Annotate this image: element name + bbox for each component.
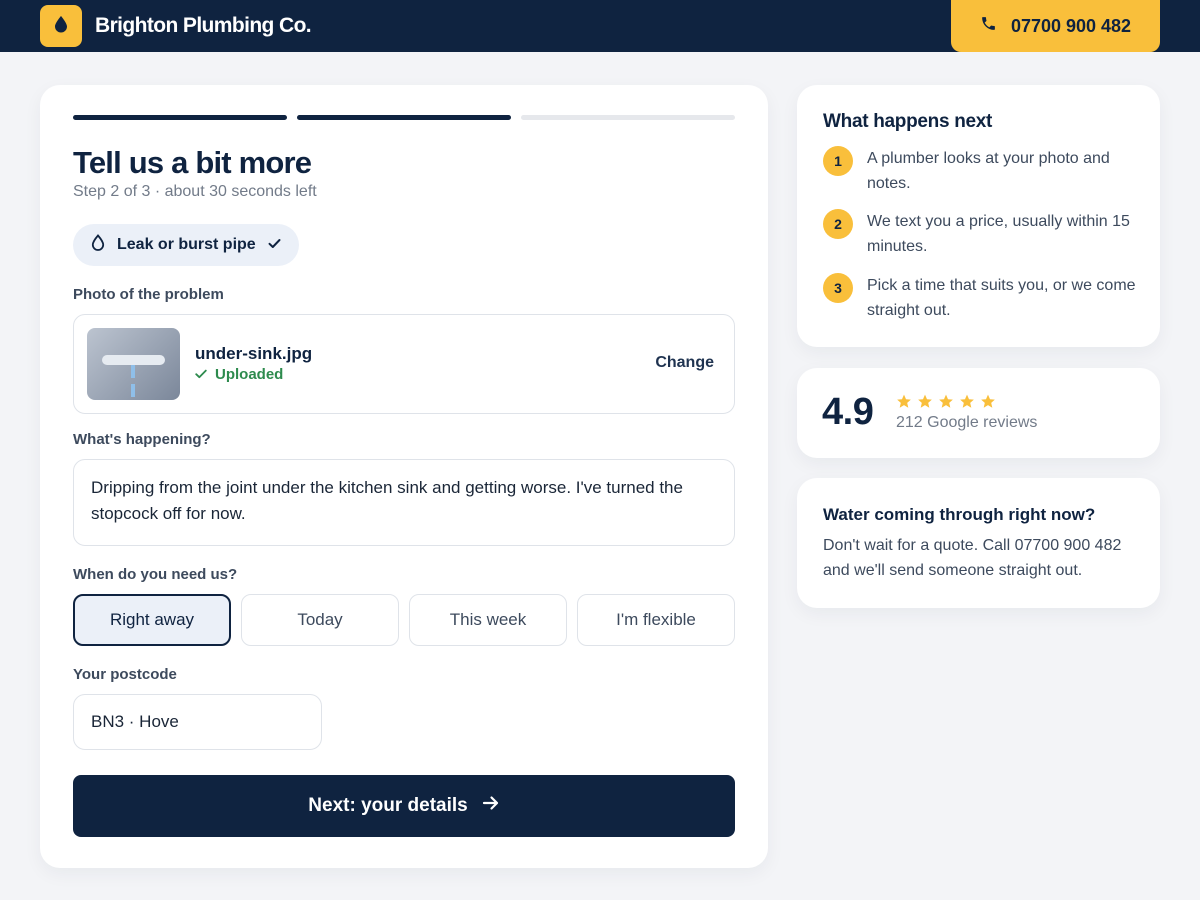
star-icon [917, 394, 933, 414]
progress-step-3 [521, 115, 735, 120]
pipe-graphic [102, 355, 165, 365]
timing-label: When do you need us? [73, 566, 238, 583]
brand-name[interactable]: Brighton Plumbing Co. [95, 14, 312, 38]
problem-type-chip[interactable]: Leak or burst pipe [73, 224, 299, 266]
star-icon [980, 394, 996, 414]
arrow-right-icon [482, 795, 500, 817]
timing-option-right-away[interactable]: Right away [73, 594, 231, 646]
star-icon [938, 394, 954, 414]
water-drop-icon [53, 15, 69, 38]
progress-step-1 [73, 115, 287, 120]
change-photo-button[interactable]: Change [655, 354, 714, 372]
upload-status-label: Uploaded [215, 366, 284, 383]
photo-upload[interactable]: under-sink.jpg Uploaded Change [73, 314, 735, 414]
problem-type-label: Leak or burst pipe [117, 236, 256, 253]
phone-number: 07700 900 482 [1010, 15, 1132, 36]
progress-bar [73, 115, 735, 120]
phone-icon [980, 15, 997, 37]
description-textarea[interactable]: Dripping from the joint under the kitche… [73, 459, 735, 546]
quote-form-card: Tell us a bit more Step 2 of 3 · about 3… [40, 85, 768, 868]
upload-status: Uploaded [195, 366, 283, 383]
call-button[interactable]: 07700 900 482 [951, 0, 1160, 52]
star-icon [896, 394, 912, 414]
step-number-badge: 2 [823, 209, 853, 239]
check-icon [195, 366, 207, 383]
timing-options: Right away Today This week I'm flexible [73, 594, 735, 646]
description-label: What's happening? [73, 431, 211, 448]
photo-thumbnail [87, 328, 180, 400]
drip-graphic [131, 365, 135, 400]
logo[interactable] [40, 5, 82, 47]
check-icon [268, 236, 281, 254]
star-icon [959, 394, 975, 414]
review-count: 212 Google reviews [896, 414, 1038, 431]
step-text: We text you a price, usually within 15 m… [867, 213, 1130, 255]
rating-score: 4.9 [822, 391, 874, 433]
step-number-badge: 3 [823, 273, 853, 303]
next-steps-title: What happens next [823, 111, 993, 132]
timing-option-this-week[interactable]: This week [409, 594, 567, 646]
progress-step-2 [297, 115, 511, 120]
rating-card: 4.9 212 Google reviews [797, 368, 1160, 458]
step-text: A plumber looks at your photo and notes. [867, 150, 1110, 192]
step-text: Pick a time that suits you, or we come s… [867, 277, 1136, 319]
next-button-label: Next: your details [308, 795, 468, 816]
timing-option-flexible[interactable]: I'm flexible [577, 594, 735, 646]
next-button[interactable]: Next: your details [73, 775, 735, 837]
step-number-badge: 1 [823, 146, 853, 176]
timing-option-today[interactable]: Today [241, 594, 399, 646]
postcode-input[interactable]: BN3 · Hove [73, 694, 322, 750]
page-title: Tell us a bit more [73, 145, 312, 180]
photo-label: Photo of the problem [73, 286, 224, 303]
next-steps-card: What happens next 1 A plumber looks at y… [797, 85, 1160, 347]
top-bar: Brighton Plumbing Co. 07700 900 482 [0, 0, 1200, 52]
urgent-title: Water coming through right now? [823, 505, 1096, 524]
postcode-label: Your postcode [73, 666, 177, 683]
step-subtitle: Step 2 of 3 · about 30 seconds left [73, 183, 317, 200]
urgent-help-card: Water coming through right now? Don't wa… [797, 478, 1160, 608]
urgent-text: Don't wait for a quote. Call 07700 900 4… [823, 537, 1122, 579]
photo-filename: under-sink.jpg [195, 344, 313, 363]
star-rating [896, 394, 996, 414]
water-drop-icon [91, 234, 105, 256]
